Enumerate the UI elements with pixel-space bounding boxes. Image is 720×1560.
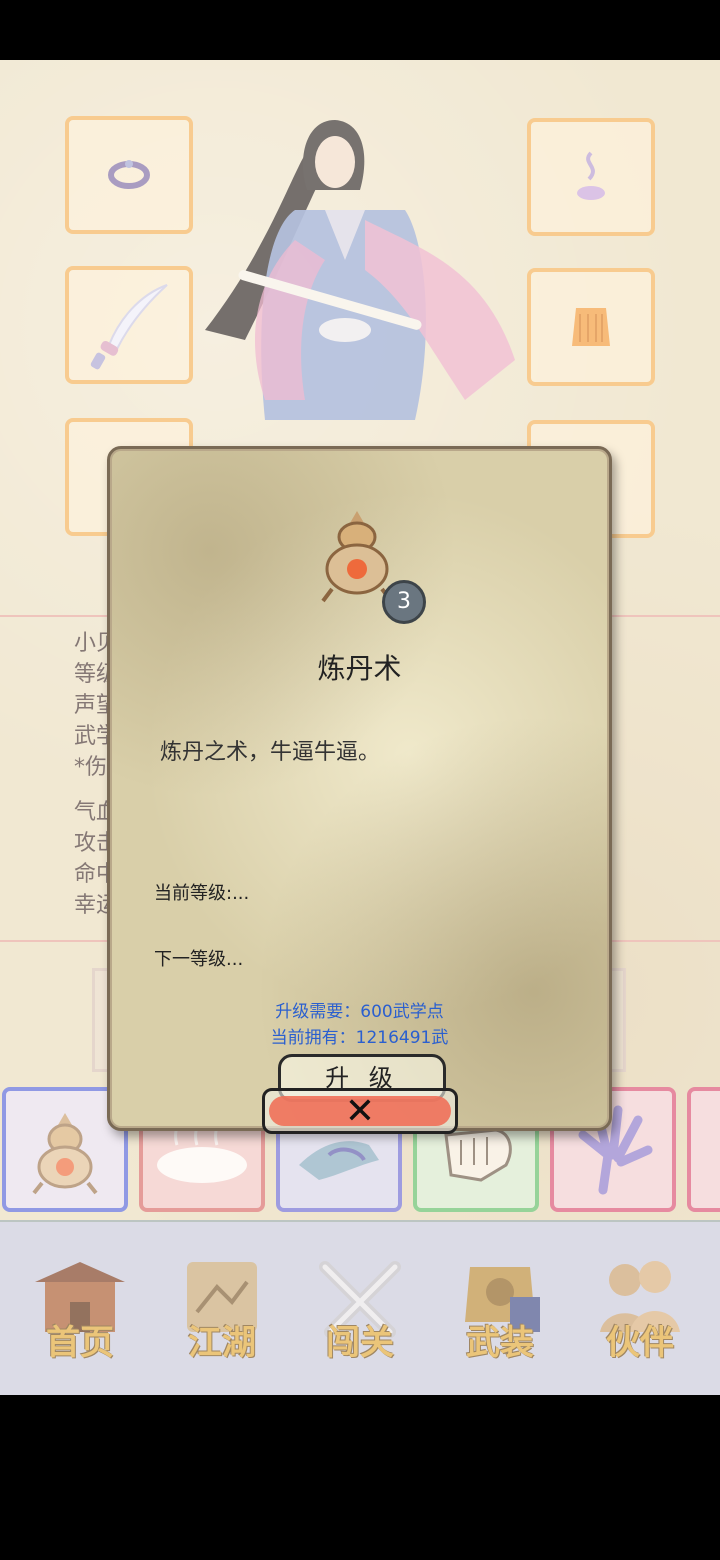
close-button[interactable]: ✕ (262, 1088, 458, 1134)
skill-detail-dialog: 3 炼丹术 炼丹之术，牛逼牛逼。 当前等级:... 下一等级... 升级需要：6… (107, 446, 612, 1131)
close-icon: ✕ (344, 1091, 376, 1132)
game-screen: 小贝 等级 声望 武学 *伤 气血 攻击 命中 幸运 首页 江湖 闯关 武装 伙… (0, 60, 720, 1395)
next-level-text: 下一等级... (154, 949, 244, 970)
skill-description: 炼丹之术，牛逼牛逼。 (160, 740, 381, 765)
skill-title: 炼丹术 (317, 652, 402, 685)
upgrade-requirement: 升级需要：600武学点 (275, 1002, 444, 1022)
current-owned: 当前拥有：1216491武 (270, 1028, 449, 1048)
current-level-text: 当前等级:... (154, 883, 250, 904)
skill-level-badge: 3 (382, 580, 426, 624)
